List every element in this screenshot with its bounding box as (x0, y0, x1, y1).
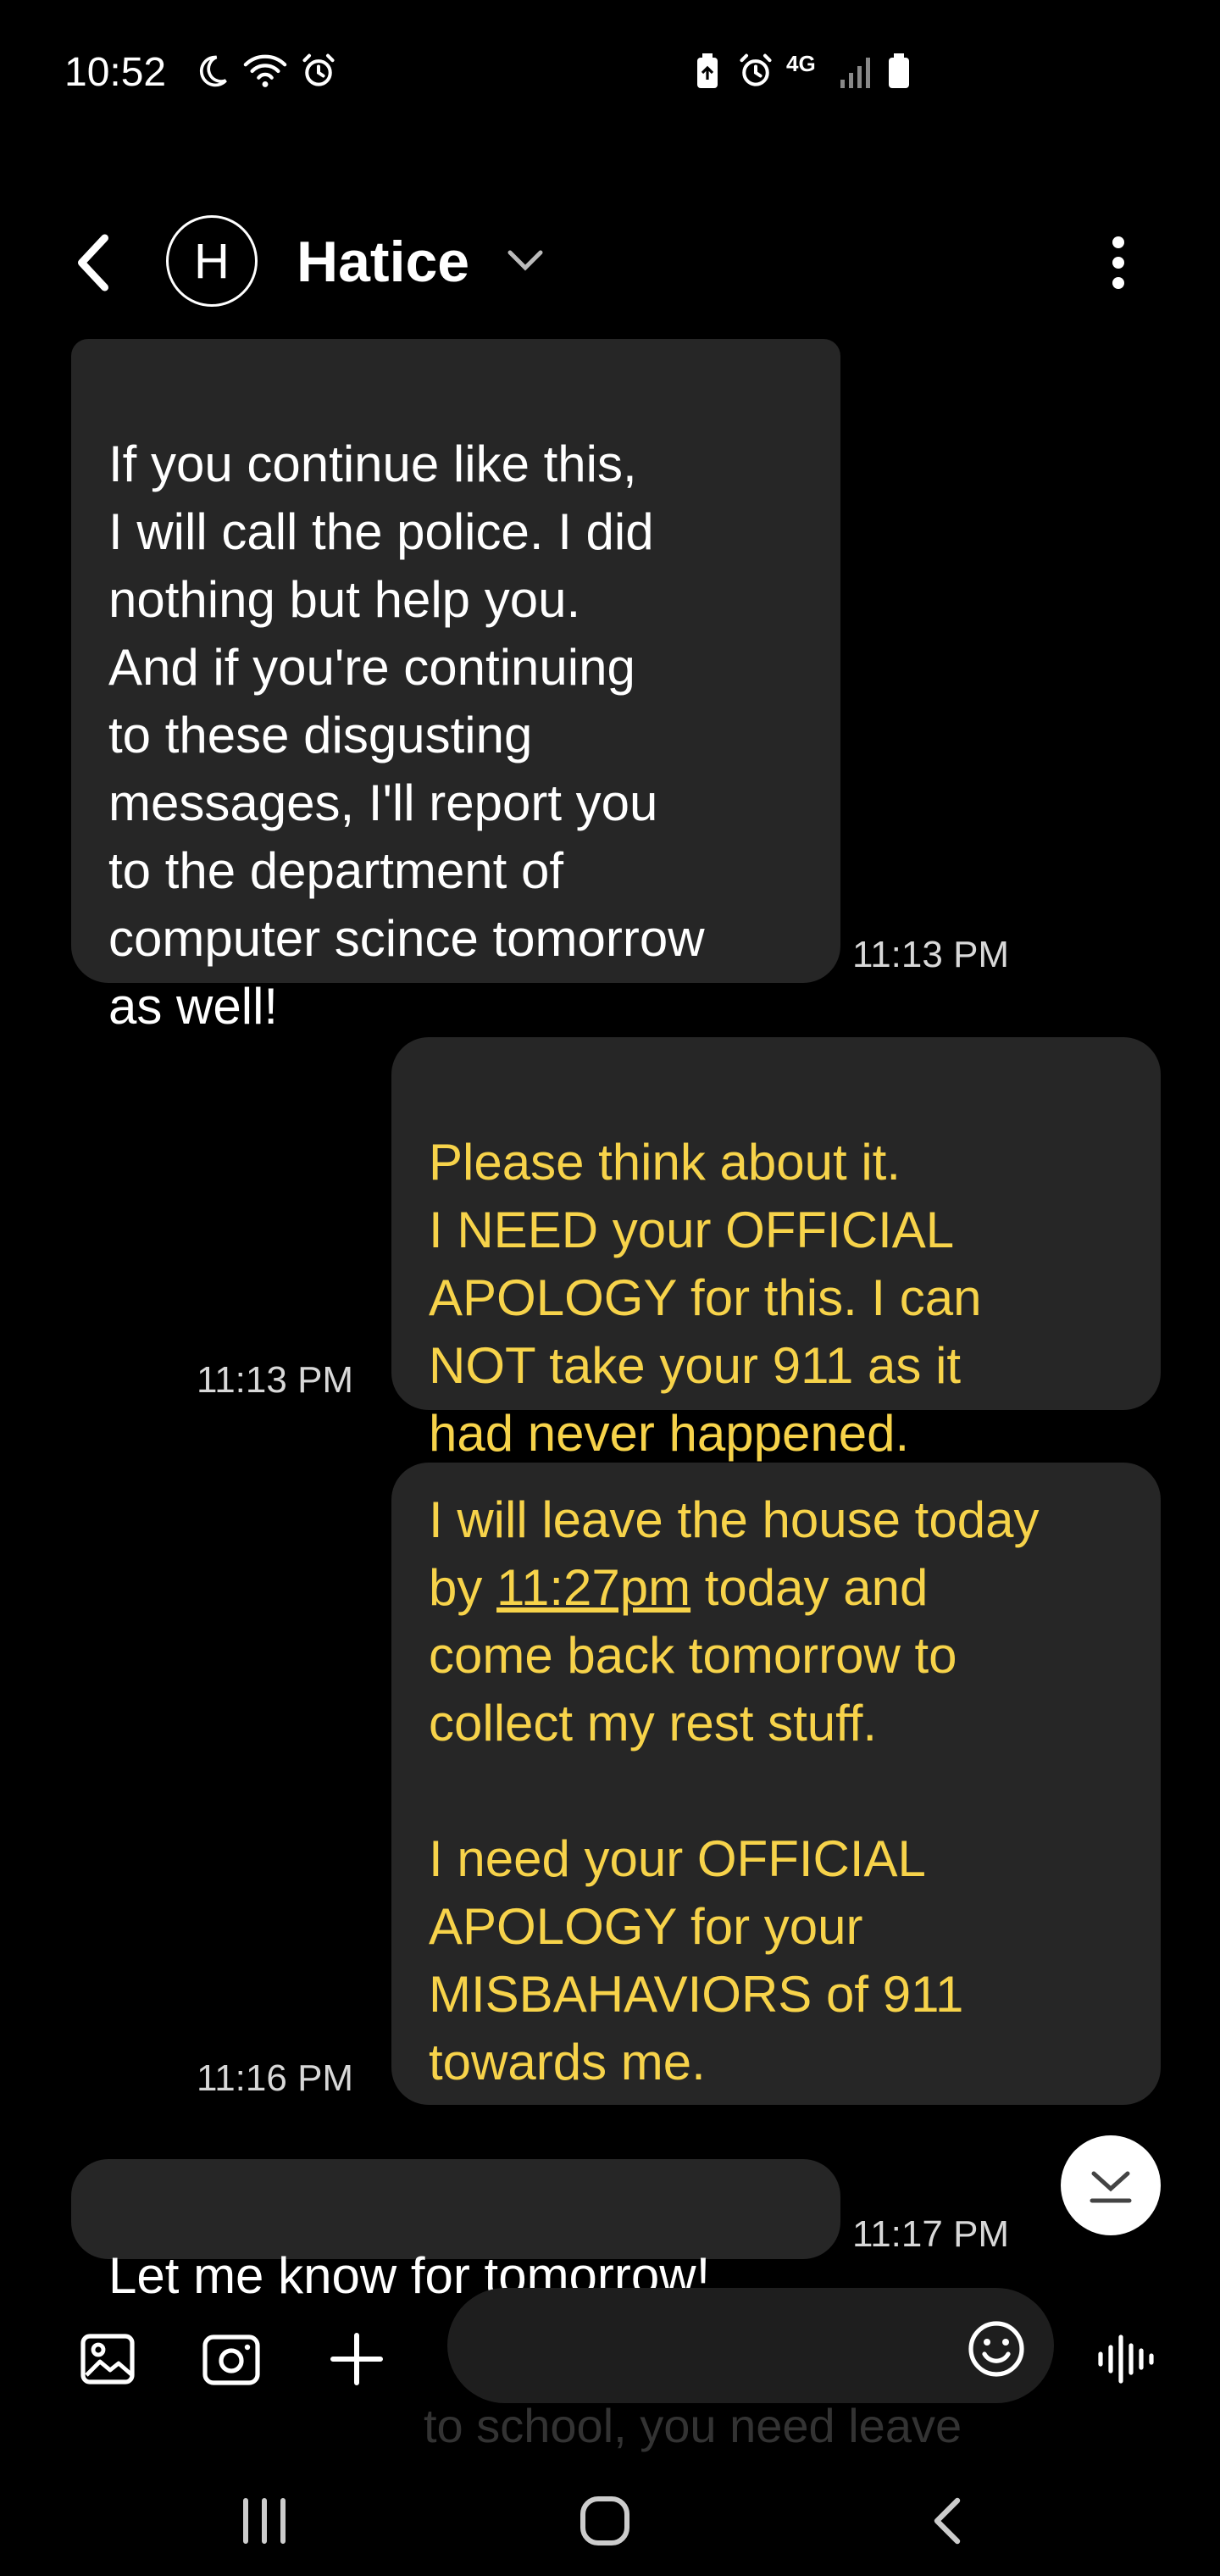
message-timestamp: 11:13 PM (197, 1359, 354, 1401)
battery-saver-icon (693, 53, 722, 94)
signal-icon (839, 53, 873, 94)
message-text: If you continue like this, I will call t… (108, 436, 705, 1035)
plus-icon (330, 2333, 383, 2385)
add-attachment-button[interactable] (319, 2317, 395, 2401)
more-options-button[interactable] (1093, 229, 1144, 297)
network-type-label: 4G (786, 51, 816, 76)
chevron-down-icon[interactable] (507, 247, 544, 275)
status-bar: 10:52 4G (0, 0, 1220, 144)
camera-button[interactable] (193, 2317, 269, 2401)
wifi-icon (242, 53, 288, 94)
conversation-header: H Hatice (0, 195, 1220, 330)
image-icon (80, 2334, 135, 2384)
battery-icon (886, 53, 912, 94)
message-timestamp: 11:17 PM (852, 2213, 1010, 2255)
avatar[interactable]: H (166, 215, 258, 307)
contact-name[interactable]: Hatice (297, 229, 469, 295)
message-text: today and come back tomorrow to collect … (429, 1559, 964, 2090)
home-icon (580, 2496, 629, 2545)
message-timestamp: 11:13 PM (852, 934, 1010, 975)
home-button[interactable] (554, 2483, 656, 2559)
message-text: Please think about it. I NEED your OFFIC… (429, 1134, 982, 1462)
alarm-icon (300, 53, 337, 94)
do-not-disturb-icon (193, 53, 230, 94)
more-vert-icon (1112, 236, 1124, 289)
scroll-down-icon (1090, 2171, 1132, 2203)
message-bubble-incoming[interactable]: If you continue like this, I will call t… (71, 339, 840, 1035)
status-time: 10:52 (64, 50, 167, 95)
message-bubble-outgoing[interactable]: Please think about it. I NEED your OFFIC… (391, 1037, 1161, 1462)
alarm-icon-2 (737, 53, 774, 94)
navigation-bar (0, 2457, 1220, 2576)
recent-apps-icon (243, 2498, 286, 2544)
composer-ghost-text: to school, you need leave (424, 2399, 962, 2452)
time-link[interactable]: 11:27pm (496, 1559, 690, 1616)
scroll-to-bottom-button[interactable] (1061, 2135, 1161, 2235)
message-bubble-outgoing[interactable]: I will leave the house today by 11:27pm … (391, 1463, 1161, 2105)
emoji-button[interactable] (962, 2315, 1030, 2383)
gallery-button[interactable] (69, 2317, 146, 2401)
waveform-icon (1098, 2334, 1154, 2384)
avatar-letter: H (194, 233, 230, 289)
chevron-left-icon (78, 234, 108, 291)
nav-back-button[interactable] (896, 2483, 998, 2559)
recent-apps-button[interactable] (214, 2483, 315, 2559)
message-timestamp: 11:16 PM (197, 2057, 354, 2099)
voice-record-button[interactable] (1088, 2317, 1164, 2401)
emoji-icon (968, 2321, 1024, 2377)
back-icon (934, 2497, 961, 2545)
message-bubble-incoming[interactable]: Let me know for tomorrow! (71, 2159, 840, 2304)
camera-icon (202, 2334, 260, 2385)
back-button[interactable] (68, 229, 119, 297)
